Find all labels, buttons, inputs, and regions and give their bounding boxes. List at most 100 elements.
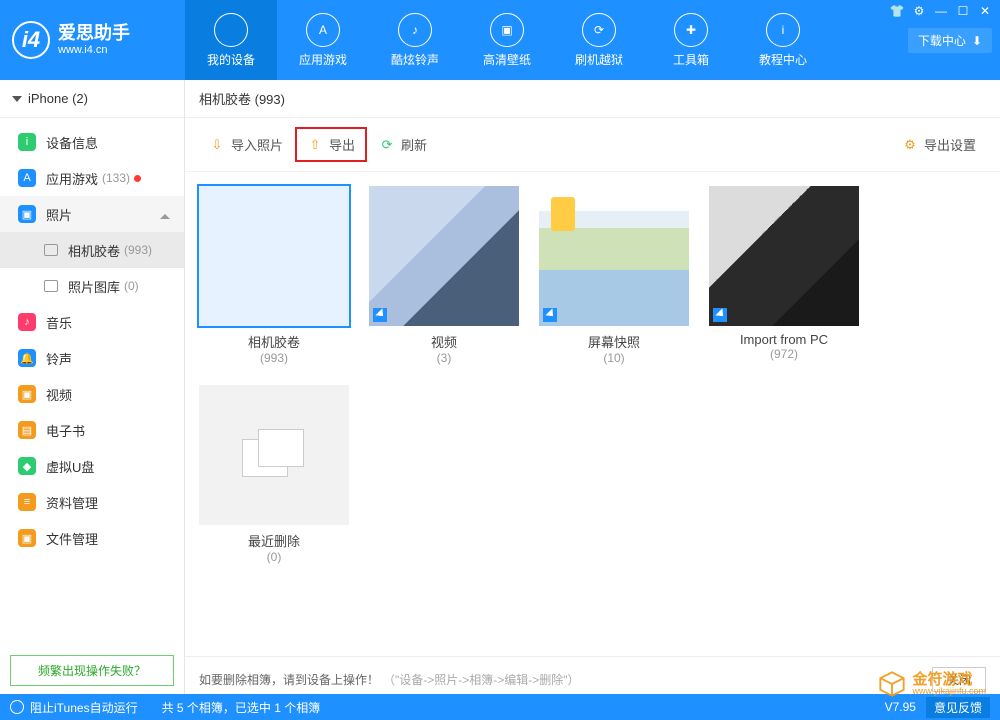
nav-icon: ✚ — [674, 13, 708, 47]
export-icon: ⇧ — [307, 137, 323, 153]
album-0[interactable]: 相机胶卷(993) — [199, 186, 349, 365]
nav-icon — [214, 13, 248, 47]
sidebar-icon: ≡ — [18, 493, 36, 511]
refresh-button[interactable]: ⟳ 刷新 — [369, 129, 437, 160]
sidebar-item-6[interactable]: ▤电子书 — [0, 412, 184, 448]
album-thumb — [199, 385, 349, 525]
nav-tab-1[interactable]: A应用游戏 — [277, 0, 369, 80]
album-3[interactable]: Import from PC(972) — [709, 186, 859, 365]
sidebar-subitem-2-0[interactable]: 相机胶卷 (993) — [0, 232, 184, 268]
sidebar-item-4[interactable]: 🔔铃声 — [0, 340, 184, 376]
device-label: iPhone (2) — [28, 91, 88, 106]
export-label: 导出 — [329, 135, 355, 154]
status-ring-icon — [10, 700, 24, 714]
nav-icon: ▣ — [490, 13, 524, 47]
album-thumb — [539, 186, 689, 326]
sidebar-item-1[interactable]: A应用游戏(133) — [0, 160, 184, 196]
shortcut-icon — [373, 308, 387, 322]
breadcrumb: 相机胶卷 (993) — [185, 80, 1000, 118]
sidebar-icon: A — [18, 169, 36, 187]
sidebar-item-3[interactable]: ♪音乐 — [0, 304, 184, 340]
chevron-up-icon — [160, 209, 170, 219]
sidebar-item-label: 视频 — [46, 385, 72, 404]
sidebar-icon: ▣ — [18, 205, 36, 223]
sidebar-count: (0) — [124, 279, 139, 293]
nav-tab-2[interactable]: ♪ 酷炫铃声 — [369, 0, 461, 80]
minimize-icon[interactable]: — — [934, 4, 948, 18]
notification-dot-icon — [134, 175, 141, 182]
import-photos-button[interactable]: ⇩ 导入照片 — [199, 129, 293, 160]
album-title: 最近删除 — [199, 531, 349, 550]
nav-tab-6[interactable]: i教程中心 — [737, 0, 829, 80]
chevron-down-icon — [12, 96, 22, 102]
nav-tab-label: 工具箱 — [673, 51, 709, 68]
sidebar-item-label: 照片 — [46, 205, 72, 224]
folder-icon — [44, 280, 58, 292]
sidebar-subitem-label: 相机胶卷 — [68, 241, 120, 260]
skin-icon[interactable]: 👕 — [890, 4, 904, 18]
device-selector[interactable]: iPhone (2) — [0, 80, 184, 118]
sidebar-item-5[interactable]: ▣视频 — [0, 376, 184, 412]
empty-album-icon — [242, 429, 306, 481]
album-count: (993) — [199, 351, 349, 365]
shortcut-icon — [543, 308, 557, 322]
nav-tab-label: 高清壁纸 — [483, 51, 531, 68]
help-failure-button[interactable]: 频繁出现操作失败？ — [10, 655, 174, 686]
folder-icon — [44, 244, 58, 256]
nav-icon: ⟳ — [582, 13, 616, 47]
album-count: (0) — [199, 550, 349, 564]
import-label: 导入照片 — [231, 135, 283, 154]
sidebar-item-label: 文件管理 — [46, 529, 98, 548]
refresh-icon: ⟳ — [379, 137, 395, 153]
selection-status: 共 5 个相簿，已选中 1 个相簿 — [162, 699, 321, 716]
hint-text: 如要删除相簿，请到设备上操作！ — [199, 671, 379, 688]
close-icon[interactable]: ✕ — [978, 4, 992, 18]
album-title: Import from PC — [709, 332, 859, 347]
sidebar-icon: i — [18, 133, 36, 151]
settings-icon[interactable]: ⚙ — [912, 4, 926, 18]
album-title: 屏幕快照 — [539, 332, 689, 351]
sidebar-icon: ▤ — [18, 421, 36, 439]
sidebar-item-label: 音乐 — [46, 313, 72, 332]
nav-icon: ♪ — [398, 13, 432, 47]
maximize-icon[interactable]: ☐ — [956, 4, 970, 18]
shortcut-icon — [713, 308, 727, 322]
sidebar-item-7[interactable]: ◆虚拟U盘 — [0, 448, 184, 484]
album-4[interactable]: 最近删除(0) — [199, 385, 349, 564]
sidebar-icon: ◆ — [18, 457, 36, 475]
nav-tab-0[interactable]: 我的设备 — [185, 0, 277, 80]
sidebar-count: (133) — [102, 171, 130, 185]
album-title: 相机胶卷 — [199, 332, 349, 351]
sidebar-item-label: 资料管理 — [46, 493, 98, 512]
export-button[interactable]: ⇧ 导出 — [297, 129, 365, 160]
export-settings-button[interactable]: ⚙ 导出设置 — [892, 129, 986, 160]
album-count: (3) — [369, 351, 519, 365]
album-count: (10) — [539, 351, 689, 365]
album-thumb — [709, 186, 859, 326]
sidebar-item-9[interactable]: ▣文件管理 — [0, 520, 184, 556]
nav-tab-3[interactable]: ▣ 高清壁纸 — [461, 0, 553, 80]
hint-close-button[interactable]: 关闭 — [932, 667, 986, 692]
sidebar-subitem-2-1[interactable]: 照片图库(0) — [0, 268, 184, 304]
download-center-button[interactable]: 下载中心 ⬇ — [908, 28, 992, 53]
sidebar-item-2[interactable]: ▣ 照片 — [0, 196, 184, 232]
album-2[interactable]: 屏幕快照(10) — [539, 186, 689, 365]
sidebar-item-label: 铃声 — [46, 349, 72, 368]
sidebar-count: (993) — [124, 243, 152, 257]
itunes-block-toggle[interactable]: 阻止iTunes自动运行 — [30, 699, 138, 716]
download-center-label: 下载中心 — [918, 32, 966, 49]
brand-url: www.i4.cn — [58, 44, 130, 56]
nav-icon: A — [306, 13, 340, 47]
nav-tab-5[interactable]: ✚ 工具箱 — [645, 0, 737, 80]
brand-logo: i4 爱思助手 www.i4.cn — [0, 0, 185, 80]
album-1[interactable]: 视频(3) — [369, 186, 519, 365]
nav-tab-4[interactable]: ⟳ 刷机越狱 — [553, 0, 645, 80]
brand-title: 爱思助手 — [58, 24, 130, 44]
import-icon: ⇩ — [209, 137, 225, 153]
feedback-button[interactable]: 意见反馈 — [926, 697, 990, 718]
nav-tab-label: 我的设备 — [207, 51, 255, 68]
sidebar-item-0[interactable]: i设备信息 — [0, 124, 184, 160]
nav-tab-label: 酷炫铃声 — [391, 51, 439, 68]
sidebar-item-8[interactable]: ≡ 资料管理 — [0, 484, 184, 520]
nav-tab-label: 刷机越狱 — [575, 51, 623, 68]
